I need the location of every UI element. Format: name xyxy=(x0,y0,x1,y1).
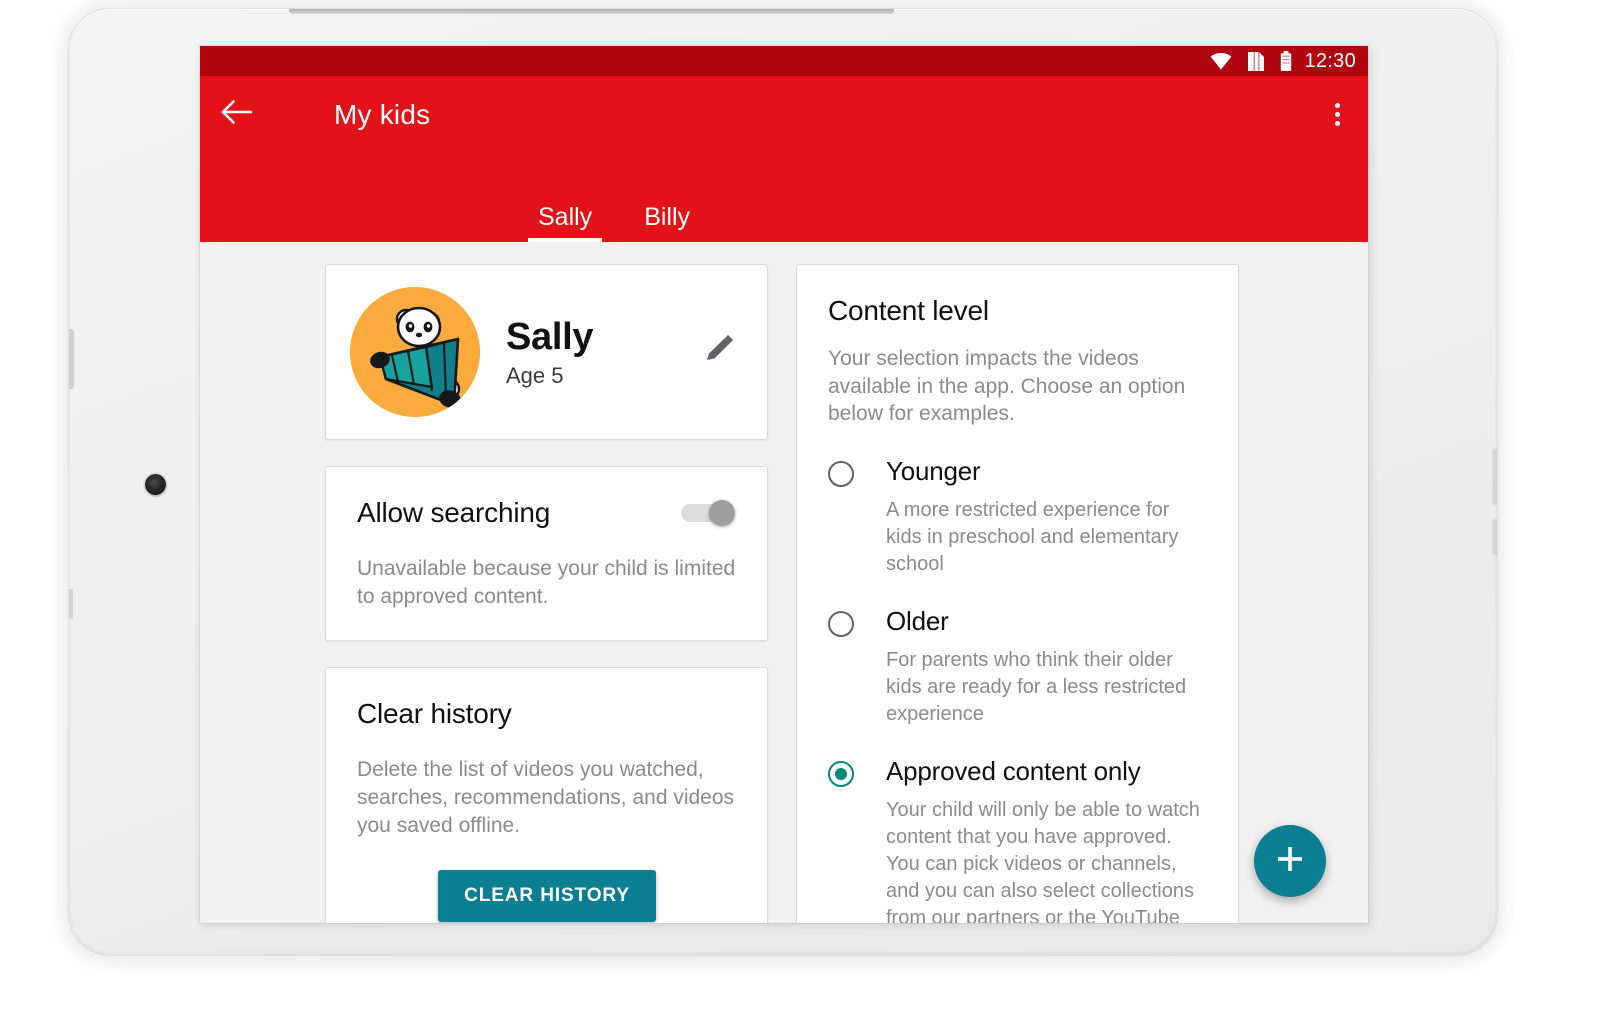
status-bar-clock: 12:30 xyxy=(1304,50,1356,72)
left-column: Sally Age 5 Allow searching Unavailable … xyxy=(325,264,768,923)
content-level-option-younger[interactable]: Younger A more restricted experience for… xyxy=(828,456,1208,578)
radio-older-label: Older xyxy=(886,606,949,637)
battery-icon xyxy=(1280,51,1292,71)
content-level-option-older[interactable]: Older For parents who think their older … xyxy=(828,606,1208,728)
page-title: My kids xyxy=(334,98,431,130)
front-camera-icon xyxy=(145,474,166,495)
edit-profile-button[interactable] xyxy=(695,331,743,374)
radio-younger-description: A more restricted experience for kids in… xyxy=(886,499,1179,576)
radio-approved-label: Approved content only xyxy=(886,756,1141,787)
tab-sally[interactable]: Sally xyxy=(528,203,603,242)
add-profile-fab[interactable] xyxy=(1254,825,1326,897)
allow-searching-title: Allow searching xyxy=(357,497,551,528)
left-side-strip-lower xyxy=(69,589,73,619)
profile-card: Sally Age 5 xyxy=(325,264,768,440)
more-vertical-icon xyxy=(1335,103,1340,126)
tab-bar: Sally Billy xyxy=(200,190,1368,242)
back-button[interactable] xyxy=(204,98,268,131)
profile-texts: Sally Age 5 xyxy=(506,316,695,389)
content-level-option-approved[interactable]: Approved content only Your child will on… xyxy=(828,756,1208,923)
radio-older-description: For parents who think their older kids a… xyxy=(886,649,1187,726)
radio-younger[interactable] xyxy=(828,461,854,488)
right-column: Content level Your selection impacts the… xyxy=(796,264,1239,923)
radio-approved-content-only[interactable] xyxy=(828,761,854,788)
sim-card-icon xyxy=(1248,51,1265,71)
plus-icon xyxy=(1275,844,1305,879)
clear-history-button[interactable]: CLEAR HISTORY xyxy=(438,869,656,922)
status-bar: 12:30 xyxy=(200,46,1368,76)
pencil-icon xyxy=(700,331,738,374)
wifi-icon xyxy=(1210,52,1232,70)
screenshot-root: 12:30 My kids Sally Billy Sally Age 5 Al… xyxy=(0,0,1600,1031)
profile-name: Sally xyxy=(506,315,594,358)
speaker-slit-right xyxy=(399,9,894,14)
allow-searching-card: Allow searching Unavailable because your… xyxy=(325,466,768,642)
volume-down-button[interactable] xyxy=(1494,519,1497,555)
settings-content: Sally Age 5 Allow searching Unavailable … xyxy=(200,242,1368,923)
volume-up-button[interactable] xyxy=(1494,449,1497,505)
radio-younger-label: Younger xyxy=(886,456,981,487)
status-bar-icons xyxy=(1210,51,1292,71)
app-bar: My kids xyxy=(200,76,1368,190)
radio-older[interactable] xyxy=(828,611,854,638)
tablet-screen: 12:30 My kids Sally Billy Sally Age 5 Al… xyxy=(200,46,1368,923)
allow-searching-description: Unavailable because your child is limite… xyxy=(357,557,736,608)
profile-age: Age 5 xyxy=(506,362,564,388)
content-level-card: Content level Your selection impacts the… xyxy=(796,264,1239,923)
back-arrow-icon xyxy=(220,98,253,131)
left-side-strip xyxy=(69,329,74,389)
overflow-menu-button[interactable] xyxy=(1335,103,1340,126)
clear-history-title: Clear history xyxy=(357,698,512,730)
content-level-description: Your selection impacts the videos availa… xyxy=(828,347,1186,426)
panda-avatar-icon xyxy=(350,287,480,417)
content-level-title: Content level xyxy=(828,295,989,326)
radio-approved-description: Your child will only be able to watch co… xyxy=(886,799,1200,923)
tab-billy[interactable]: Billy xyxy=(634,203,700,242)
clear-history-description: Delete the list of videos you watched, s… xyxy=(357,758,735,837)
clear-history-card: Clear history Delete the list of videos … xyxy=(325,667,768,923)
allow-searching-toggle[interactable] xyxy=(681,500,737,526)
